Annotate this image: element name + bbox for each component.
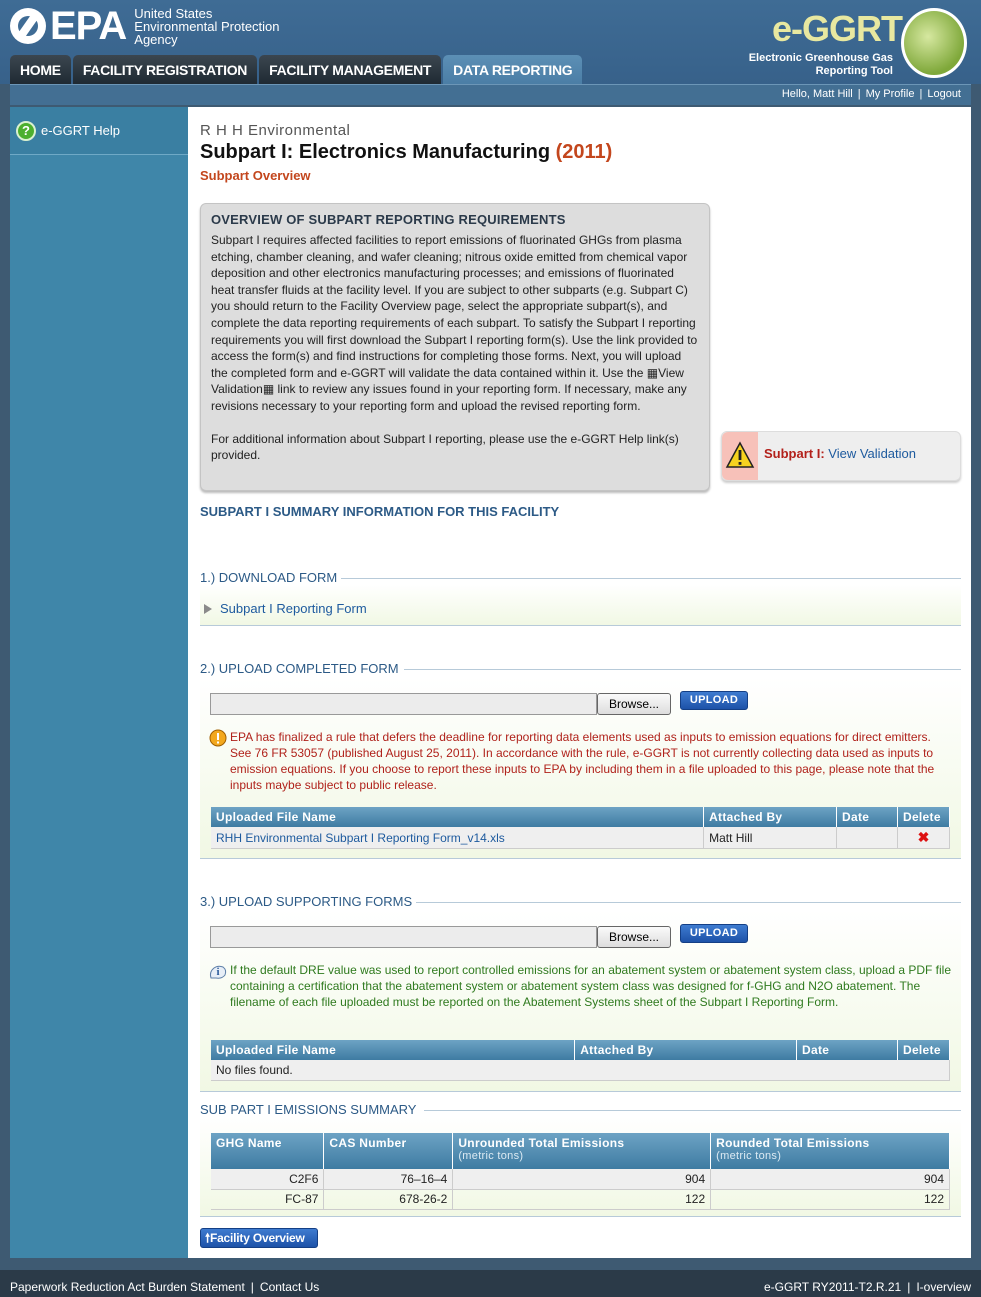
page-id-label: I-overview bbox=[916, 1280, 971, 1294]
validation-box: Subpart I: View Validation bbox=[721, 431, 961, 481]
col-file-name: Uploaded File Name bbox=[211, 1040, 576, 1060]
tab-data-reporting[interactable]: DATA REPORTING bbox=[443, 55, 583, 84]
my-profile-link[interactable]: My Profile bbox=[866, 88, 915, 100]
divider bbox=[341, 578, 961, 579]
main-content: R H H Environmental Subpart I: Electroni… bbox=[188, 107, 971, 1258]
emissions-heading: SUB PART I EMISSIONS SUMMARY bbox=[200, 1102, 417, 1117]
uploaded-files-table: Uploaded File Name Attached By Date Dele… bbox=[211, 807, 951, 849]
warning-panel bbox=[722, 432, 758, 480]
burden-statement-link[interactable]: Paperwork Reduction Act Burden Statement bbox=[10, 1280, 245, 1294]
completed-browse-button[interactable]: Browse... bbox=[597, 693, 671, 715]
rounded-cell: 904 bbox=[710, 1169, 950, 1190]
warning-triangle-icon bbox=[725, 441, 755, 468]
date-cell bbox=[836, 827, 898, 849]
attached-by-cell: Matt Hill bbox=[703, 827, 838, 849]
table-header-row: Uploaded File Name Attached By Date Dele… bbox=[211, 1040, 951, 1060]
uploaded-file-link[interactable]: RHH Environmental Subpart I Reporting Fo… bbox=[216, 831, 505, 845]
help-question-icon: ? bbox=[16, 120, 36, 141]
site-footer: Paperwork Reduction Act Burden Statement… bbox=[0, 1270, 981, 1297]
overview-box: OVERVIEW OF SUBPART REPORTING REQUIREMEN… bbox=[200, 203, 710, 491]
logout-link[interactable]: Logout bbox=[927, 88, 961, 100]
unrounded-cell: 122 bbox=[452, 1189, 712, 1210]
sidebar-item-help[interactable]: ? e-GGRT Help bbox=[10, 107, 188, 155]
col-file-name: Uploaded File Name bbox=[211, 807, 705, 827]
download-form-link[interactable]: Subpart I Reporting Form bbox=[204, 601, 367, 616]
col-date: Date bbox=[836, 807, 898, 827]
facility-name: R H H Environmental bbox=[200, 122, 351, 139]
col-rounded-total: Rounded Total Emissions (metric tons) bbox=[710, 1133, 950, 1169]
reporting-year: (2011) bbox=[555, 141, 613, 163]
epa-logo-text: EPA bbox=[50, 4, 127, 48]
eggrt-logo: e-GGRT Electronic Greenhouse Gas Reporti… bbox=[736, 4, 971, 80]
arrow-right-icon bbox=[204, 603, 212, 614]
table-header-row: GHG Name CAS Number Unrounded Total Emis… bbox=[211, 1133, 950, 1169]
ghg-name-cell: C2F6 bbox=[211, 1169, 325, 1190]
emissions-table: GHG Name CAS Number Unrounded Total Emis… bbox=[211, 1133, 950, 1210]
user-greeting: Hello, Matt Hill bbox=[781, 88, 853, 100]
deferral-notice: EPA has finalized a rule that defers the… bbox=[230, 730, 935, 792]
supporting-browse-button[interactable]: Browse... bbox=[597, 926, 671, 948]
rounded-cell: 122 bbox=[710, 1189, 950, 1210]
table-header-row: Uploaded File Name Attached By Date Dele… bbox=[211, 807, 951, 827]
main-nav: HOME FACILITY REGISTRATION FACILITY MANA… bbox=[10, 55, 584, 84]
bird-logo-icon bbox=[901, 8, 967, 78]
tab-facility-registration[interactable]: FACILITY REGISTRATION bbox=[72, 55, 258, 84]
epa-seal-icon bbox=[10, 8, 46, 44]
supporting-file-input[interactable] bbox=[210, 926, 597, 948]
sidebar-item-label: e-GGRT Help bbox=[41, 123, 120, 138]
version-label: e-GGRT RY2011-T2.R.21 bbox=[764, 1280, 902, 1294]
tab-home[interactable]: HOME bbox=[10, 55, 71, 84]
completed-upload-button[interactable]: UPLOAD bbox=[680, 691, 748, 710]
sidebar: ? e-GGRT Help bbox=[10, 107, 188, 1258]
tab-facility-management[interactable]: FACILITY MANAGEMENT bbox=[259, 55, 442, 84]
col-delete: Delete bbox=[897, 1040, 951, 1060]
table-row: C2F6 76–16–4 904 904 bbox=[211, 1169, 950, 1190]
contact-us-link[interactable]: Contact Us bbox=[260, 1280, 319, 1294]
info-icon: i bbox=[209, 965, 227, 979]
col-unrounded-total: Unrounded Total Emissions (metric tons) bbox=[452, 1133, 712, 1169]
upload-supporting-heading: 3.) UPLOAD SUPPORTING FORMS bbox=[200, 894, 413, 909]
cas-number-cell: 678-26-2 bbox=[323, 1189, 454, 1210]
divider bbox=[424, 1110, 961, 1111]
col-delete: Delete bbox=[897, 807, 951, 827]
divider bbox=[416, 902, 961, 903]
col-date: Date bbox=[796, 1040, 898, 1060]
overview-heading: OVERVIEW OF SUBPART REPORTING REQUIREMEN… bbox=[211, 212, 566, 227]
site-header: EPA United States Environmental Protecti… bbox=[0, 0, 981, 84]
svg-text:i: i bbox=[216, 966, 219, 978]
agency-name: United States Environmental Protection A… bbox=[134, 5, 280, 47]
upload-completed-heading: 2.) UPLOAD COMPLETED FORM bbox=[200, 661, 399, 676]
table-row: No files found. bbox=[211, 1060, 950, 1081]
supporting-files-table: Uploaded File Name Attached By Date Dele… bbox=[211, 1040, 951, 1081]
col-cas-number: CAS Number bbox=[323, 1133, 454, 1169]
supporting-upload-button[interactable]: UPLOAD bbox=[680, 924, 748, 943]
col-ghg-name: GHG Name bbox=[211, 1133, 325, 1169]
download-heading: 1.) DOWNLOAD FORM bbox=[200, 570, 338, 585]
col-attached-by: Attached By bbox=[574, 1040, 798, 1060]
cas-number-cell: 76–16–4 bbox=[323, 1169, 454, 1190]
view-validation-link[interactable]: View Validation bbox=[828, 446, 916, 461]
overview-paragraph: Subpart I requires affected facilities t… bbox=[211, 233, 698, 413]
eggrt-logo-text: e-GGRT bbox=[772, 8, 903, 49]
alert-icon bbox=[209, 729, 227, 747]
col-attached-by: Attached By bbox=[703, 807, 838, 827]
page-title: Subpart I: Electronics Manufacturing (20… bbox=[200, 141, 613, 163]
dre-notice: If the default DRE value was used to rep… bbox=[230, 963, 952, 1009]
no-files-message: No files found. bbox=[211, 1060, 950, 1081]
validation-label: Subpart I: bbox=[764, 446, 825, 461]
facility-overview-button[interactable]: 🠕Facility Overview bbox=[200, 1228, 318, 1248]
completed-file-input[interactable] bbox=[210, 693, 597, 715]
user-bar: Hello, Matt Hill | My Profile | Logout bbox=[10, 84, 971, 105]
unrounded-cell: 904 bbox=[452, 1169, 712, 1190]
overview-help-paragraph: For additional information about Subpart… bbox=[211, 431, 679, 463]
epa-logo[interactable]: EPA United States Environmental Protecti… bbox=[10, 6, 280, 46]
table-row: FC-87 678-26-2 122 122 bbox=[211, 1189, 950, 1210]
page-subtitle: Subpart Overview bbox=[200, 168, 311, 183]
ghg-name-cell: FC-87 bbox=[211, 1189, 325, 1210]
summary-heading: SUBPART I SUMMARY INFORMATION FOR THIS F… bbox=[200, 504, 560, 519]
delete-x-icon[interactable]: ✖ bbox=[897, 827, 951, 849]
table-row: RHH Environmental Subpart I Reporting Fo… bbox=[211, 827, 951, 849]
divider bbox=[404, 669, 961, 670]
eggrt-tagline: Electronic Greenhouse Gas Reporting Tool bbox=[748, 52, 893, 77]
